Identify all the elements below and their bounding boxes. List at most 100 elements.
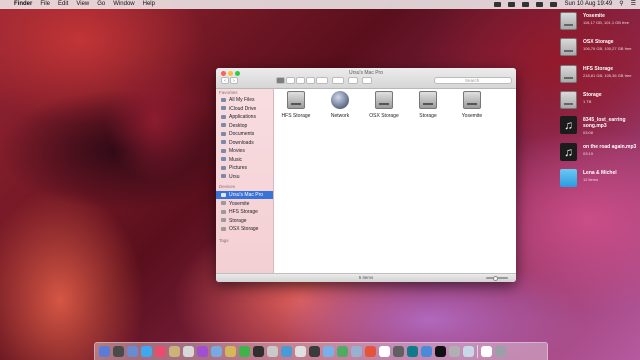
dock-app-icon[interactable] xyxy=(309,346,320,357)
desktop-item-osx-storage[interactable]: OSX Storage 106,76 GB, 100,27 GB free xyxy=(560,38,640,60)
desktop-item-lena-michel-folder[interactable]: Lena & Michel 12 items xyxy=(560,169,640,191)
menu-go[interactable]: Go xyxy=(97,0,105,9)
hard-drive-icon xyxy=(221,218,226,223)
wifi-icon[interactable] xyxy=(536,2,544,7)
dock-app-icon[interactable] xyxy=(481,346,492,357)
dock-app-icon[interactable] xyxy=(393,346,404,357)
sidebar-item-all-my-files[interactable]: All My Files xyxy=(216,96,273,104)
desktop-item-info: 116,17 GB, 101,1 GB free xyxy=(583,20,629,25)
sidebar-item-documents[interactable]: Documents xyxy=(216,130,273,138)
dock-app-icon[interactable] xyxy=(365,346,376,357)
sidebar-item-yosemite[interactable]: Yosemite xyxy=(216,200,273,208)
desktop-item-yosemite[interactable]: Yosemite 116,17 GB, 101,1 GB free xyxy=(560,12,640,34)
dock-app-icon[interactable] xyxy=(113,346,124,357)
sidebar-item-label: Movies xyxy=(229,148,245,154)
dock-app-icon[interactable] xyxy=(197,346,208,357)
time-machine-icon[interactable] xyxy=(508,2,516,7)
dock-app-icon[interactable] xyxy=(253,346,264,357)
dock-app-icon[interactable] xyxy=(337,346,348,357)
sidebar-item-storage[interactable]: Storage xyxy=(216,217,273,225)
file-item-network[interactable]: Network xyxy=(320,91,360,119)
dock-app-icon[interactable] xyxy=(281,346,292,357)
menu-edit[interactable]: Edit xyxy=(58,0,68,9)
file-label: HFS Storage xyxy=(281,113,311,119)
sidebar-item-downloads[interactable]: Downloads xyxy=(216,139,273,147)
hard-drive-icon xyxy=(560,12,577,30)
file-item-osx-storage[interactable]: OSX Storage xyxy=(364,91,404,119)
dock-app-icon[interactable] xyxy=(183,346,194,357)
dock-app-icon[interactable] xyxy=(463,346,474,357)
notification-center-icon[interactable]: ☰ xyxy=(631,0,636,9)
desktop-item-name: OSX Storage xyxy=(583,39,614,45)
action-gear-icon[interactable] xyxy=(332,77,344,84)
list-view-button[interactable] xyxy=(286,77,295,84)
dock-app-icon[interactable] xyxy=(295,346,306,357)
icon-size-slider-knob[interactable] xyxy=(493,275,498,281)
dock-app-icon[interactable] xyxy=(379,346,390,357)
file-item-storage[interactable]: Storage xyxy=(408,91,448,119)
trash-icon[interactable] xyxy=(495,346,506,357)
arrange-button[interactable] xyxy=(316,77,328,84)
sidebar-item-music[interactable]: Music xyxy=(216,156,273,164)
sidebar-item-ursus-mac-pro[interactable]: Ursu's Mac Pro xyxy=(216,191,273,199)
dock-app-icon[interactable] xyxy=(155,346,166,357)
dock-app-icon[interactable] xyxy=(211,346,222,357)
menu-help[interactable]: Help xyxy=(143,0,155,9)
dock-app-icon[interactable] xyxy=(407,346,418,357)
file-item-yosemite[interactable]: Yosemite xyxy=(452,91,492,119)
icon-view-button[interactable] xyxy=(276,77,285,84)
dock-app-icon[interactable] xyxy=(239,346,250,357)
sidebar-item-osx-storage[interactable]: OSX Storage xyxy=(216,225,273,233)
volume-icon[interactable] xyxy=(550,2,558,7)
sidebar-item-pictures[interactable]: Pictures xyxy=(216,164,273,172)
sidebar: Favorites All My Files iCloud Drive Appl… xyxy=(216,89,274,274)
sidebar-item-desktop[interactable]: Desktop xyxy=(216,122,273,130)
column-view-button[interactable] xyxy=(296,77,305,84)
dock-app-icon[interactable] xyxy=(323,346,334,357)
network-globe-icon xyxy=(331,91,349,109)
dock-app-icon[interactable] xyxy=(449,346,460,357)
menu-window[interactable]: Window xyxy=(113,0,134,9)
search-input[interactable]: Search xyxy=(434,77,512,84)
hard-drive-icon xyxy=(419,91,437,109)
sidebar-item-icloud-drive[interactable]: iCloud Drive xyxy=(216,105,273,113)
clock[interactable]: Sun 10 Aug 19:49 xyxy=(564,0,612,9)
spotlight-icon[interactable]: ⚲ xyxy=(619,0,623,9)
desktop-item-info: 218,81 GB, 105,36 GB free xyxy=(583,73,632,78)
forward-button[interactable]: › xyxy=(230,77,238,84)
dock-app-icon[interactable] xyxy=(267,346,278,357)
share-button[interactable] xyxy=(348,77,358,84)
back-button[interactable]: ‹ xyxy=(221,77,229,84)
desktop-item-on-the-road-mp3[interactable]: ♫ on the road again.mp3 03:19 xyxy=(560,143,640,165)
sidebar-item-hfs-storage[interactable]: HFS Storage xyxy=(216,208,273,216)
menu-file[interactable]: File xyxy=(40,0,50,9)
dock-app-icon[interactable] xyxy=(141,346,152,357)
hard-drive-icon xyxy=(375,91,393,109)
file-label: Network xyxy=(330,113,350,119)
tags-button[interactable] xyxy=(362,77,372,84)
dropbox-icon[interactable] xyxy=(494,2,502,7)
file-item-hfs-storage[interactable]: HFS Storage xyxy=(276,91,316,119)
dock-app-icon[interactable] xyxy=(351,346,362,357)
hard-drive-icon xyxy=(287,91,305,109)
dock-app-icon[interactable] xyxy=(169,346,180,357)
sidebar-item-movies[interactable]: Movies xyxy=(216,147,273,155)
file-label: Yosemite xyxy=(461,113,483,119)
cover-flow-button[interactable] xyxy=(306,77,315,84)
desktop-item-lost-earring-mp3[interactable]: ♫ 8345_lost_earring song.mp3 03:08 xyxy=(560,116,640,138)
dock-app-icon[interactable] xyxy=(127,346,138,357)
desktop-item-storage[interactable]: Storage 1 TB xyxy=(560,91,640,113)
finder-window: Ursu's Mac Pro ‹ › Search Favorites All … xyxy=(216,68,516,282)
sidebar-item-applications[interactable]: Applications xyxy=(216,113,273,121)
bluetooth-icon[interactable] xyxy=(522,2,530,7)
sidebar-item-ursu[interactable]: Ursu xyxy=(216,173,273,181)
dock-app-icon[interactable] xyxy=(225,346,236,357)
dock-app-icon[interactable] xyxy=(421,346,432,357)
dock-app-icon[interactable] xyxy=(435,346,446,357)
dock xyxy=(94,342,548,360)
menu-view[interactable]: View xyxy=(76,0,89,9)
dock-app-icon[interactable] xyxy=(99,346,110,357)
hard-drive-icon xyxy=(560,91,577,109)
menu-finder[interactable]: Finder xyxy=(14,0,32,9)
desktop-item-hfs-storage[interactable]: HFS Storage 218,81 GB, 105,36 GB free xyxy=(560,65,640,87)
